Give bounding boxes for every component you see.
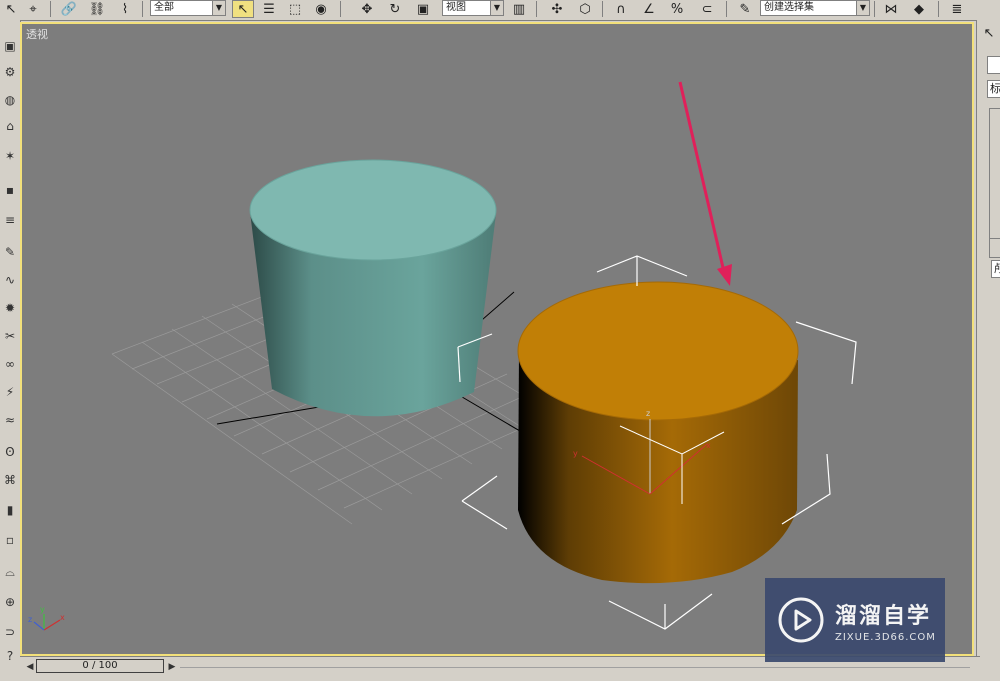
watermark-overlay: 溜溜自学 ZIXUE.3D66.COM [765,578,945,662]
axis-x-label: x [60,613,65,622]
geometry-button[interactable] [987,56,1000,74]
named-selection-dropdown[interactable]: 创建选择集 ▼ [760,0,870,16]
rotate-icon[interactable]: ↻ [384,0,406,18]
select-region-icon[interactable]: ⌖ [22,0,44,18]
percent-snap-icon[interactable]: % [666,0,688,18]
link-icon[interactable]: 🔗 [58,0,80,18]
move-icon[interactable]: ✥ [356,0,378,18]
save-icon[interactable]: ▪ [2,182,18,198]
mirror-icon[interactable]: ⋈ [880,0,902,18]
hook-icon[interactable]: ⊃ [2,624,18,640]
help-icon[interactable]: ? [2,648,18,664]
select-link-icon[interactable]: ↖ [0,0,22,18]
pivot-y-label: y [573,449,578,458]
sweep-icon[interactable]: ⌓ [2,564,18,580]
wave-icon[interactable]: ≈ [2,412,18,428]
chevron-down-icon: ▼ [490,1,503,15]
pivot-z-label: z [646,409,650,418]
snap-toggle-icon[interactable]: ∩ [610,0,632,18]
unlink-icon[interactable]: ⛓ [86,0,108,18]
modify-icon[interactable]: ⚙ [2,64,18,80]
axis-tripod-icon: y x z [28,605,65,631]
perspective-viewport[interactable]: 透视 z y x y x z [20,22,974,656]
reference-coord-dropdown[interactable]: 视图 ▼ [442,0,504,16]
select-by-name-icon[interactable]: ☰ [258,0,280,18]
next-frame-icon[interactable]: ▶ [166,660,178,674]
globe-icon[interactable]: ⊕ [2,594,18,610]
name-field[interactable]: 颅 [991,260,1000,278]
object-type-rollout[interactable] [989,108,1000,248]
edit-named-selection-icon[interactable]: ✎ [734,0,756,18]
orange-cylinder [517,281,799,584]
stack-icon[interactable]: ≡ [2,212,18,228]
angle-snap-icon[interactable]: ∠ [638,0,660,18]
create-icon[interactable]: ▣ [2,38,18,54]
selection-filter-dropdown[interactable]: 全部 ▼ [150,0,226,16]
gear-icon[interactable]: ✹ [2,300,18,316]
chevron-down-icon: ▼ [856,1,869,15]
selection-filter-value: 全部 [154,2,174,13]
sphere-icon[interactable]: ◍ [2,92,18,108]
pencil-icon[interactable]: ✎ [2,244,18,260]
keyboard-shortcut-icon[interactable]: ⬡ [574,0,596,18]
annotation-arrow [678,81,732,286]
plug-icon[interactable]: ⚡ [2,384,18,400]
pivot-x-label: x [706,441,711,450]
curve-icon[interactable]: ∿ [2,272,18,288]
axis-y-label: y [40,605,45,614]
select-object-button[interactable]: ↖ [232,0,254,18]
play-logo-icon [778,597,824,643]
box-icon[interactable]: ▫ [2,532,18,548]
puzzle-icon[interactable]: ⌘ [2,472,18,488]
loop-icon[interactable]: Ꙩ [2,444,18,460]
name-field-value: 颅 [994,262,1000,275]
teal-cylinder [249,159,497,417]
spinner-snap-icon[interactable]: ⊂ [696,0,718,18]
category-dropdown[interactable]: 标 [987,80,1000,98]
named-selection-value: 创建选择集 [764,2,814,13]
pivot-center-icon[interactable]: ▥ [508,0,530,18]
star-icon[interactable]: ✶ [2,148,18,164]
timeline-track[interactable] [180,667,970,668]
pointer-icon[interactable]: ↖ [979,24,999,42]
cylinder-icon[interactable]: ▮ [2,502,18,518]
prev-frame-icon[interactable]: ◀ [24,660,36,674]
main-toolbar: ↖ ⌖ 🔗 ⛓ ⌇ 全部 ▼ ↖ ☰ ⬚ ◉ ✥ ↻ ▣ 视图 ▼ ▥ ✣ ⬡ … [0,0,1000,21]
tool-icon[interactable]: ✂ [2,328,18,344]
scale-icon[interactable]: ▣ [412,0,434,18]
align-icon[interactable]: ◆ [908,0,930,18]
axis-z-label: z [28,615,32,624]
watermark-url: ZIXUE.3D66.COM [835,631,936,643]
viewport-scene: z y x y x z [28,81,857,631]
name-color-rollout[interactable] [989,238,1000,258]
command-panel: ↖ 标 颅 [976,20,1000,660]
watermark-title: 溜溜自学 [835,603,932,629]
hierarchy-icon[interactable]: ⌂ [2,118,18,134]
rect-selection-icon[interactable]: ⬚ [284,0,306,18]
category-label: 标 [990,82,1000,95]
window-crossing-icon[interactable]: ◉ [310,0,332,18]
reference-coord-value: 视图 [446,2,466,13]
link-icon[interactable]: ∞ [2,356,18,372]
left-toolbar: ▣ ⚙ ◍ ⌂ ✶ ▪ ≡ ✎ ∿ ✹ ✂ ∞ ⚡ ≈ Ꙩ ⌘ ▮ ▫ ⌓ ⊕ … [0,20,21,663]
chevron-down-icon: ▼ [212,1,225,15]
layer-manager-icon[interactable]: ≣ [946,0,968,18]
select-manipulate-icon[interactable]: ✣ [546,0,568,18]
bind-spacewarp-icon[interactable]: ⌇ [114,0,136,18]
time-slider[interactable]: 0 / 100 [36,659,164,673]
